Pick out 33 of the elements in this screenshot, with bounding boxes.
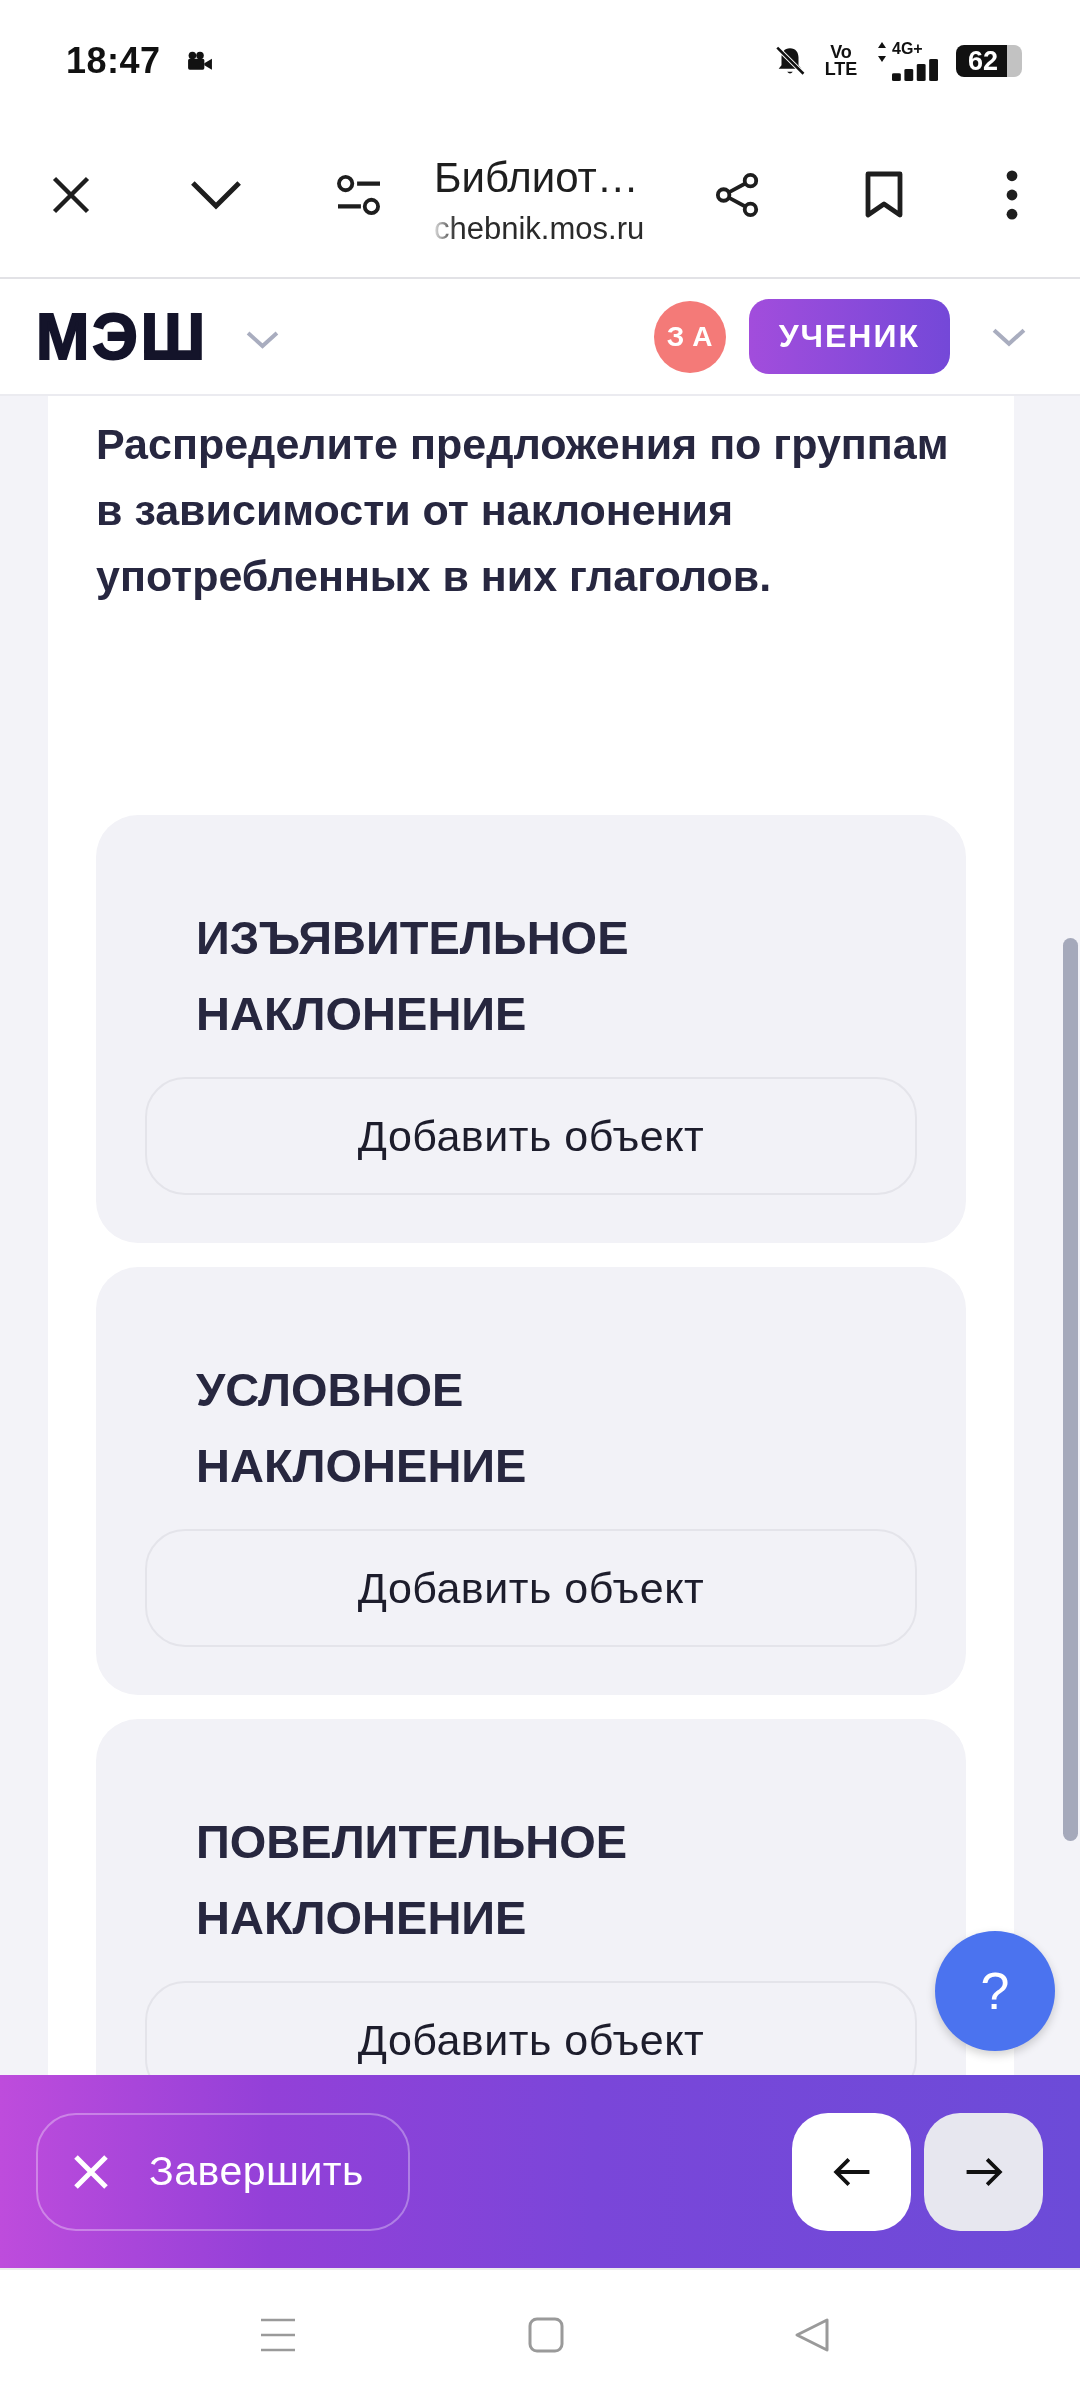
chevron-down-icon[interactable]	[189, 179, 243, 210]
add-object-button[interactable]: Добавить объект	[145, 1981, 917, 2075]
triangle-icon[interactable]	[794, 2317, 830, 2353]
page-url: chebnik.mos.ru	[434, 209, 645, 248]
menu-icon[interactable]	[260, 2317, 296, 2353]
video-camera-icon	[186, 51, 213, 71]
signal-bars-icon	[892, 59, 938, 81]
share-icon[interactable]	[715, 171, 761, 218]
add-object-button[interactable]: Добавить объект	[145, 1077, 917, 1195]
task-instruction: Распределите предложения по группам в зависимости от наклонения употребленных в них глаголов.	[96, 419, 950, 602]
network-type-label: 4G+	[892, 41, 923, 57]
role-badge[interactable]: УЧЕНИК	[748, 299, 950, 374]
square-icon[interactable]	[528, 2317, 564, 2353]
page-title: Библиот…	[434, 152, 639, 203]
arrow-left-icon	[832, 2155, 871, 2188]
more-icon[interactable]	[1005, 169, 1019, 220]
battery-indicator: 62	[956, 45, 1022, 77]
group-title: ПОВЕЛИТЕЛЬНОЕ НАКЛОНЕНИЕ	[196, 1814, 629, 1946]
group-title: ИЗЪЯВИТЕЛЬНОЕ НАКЛОНЕНИЕ	[196, 910, 630, 1042]
sliders-icon[interactable]	[336, 173, 382, 216]
data-arrows-icon	[877, 41, 887, 63]
finish-button[interactable]: Завершить	[36, 2112, 410, 2231]
muted-bell-icon	[773, 44, 807, 78]
group-title: УСЛОВНОЕ НАКЛОНЕНИЕ	[196, 1362, 528, 1494]
arrow-right-icon	[964, 2155, 1003, 2188]
bookmark-icon[interactable]	[864, 170, 904, 219]
back-button[interactable]	[792, 2112, 911, 2231]
forward-button[interactable]	[924, 2112, 1043, 2231]
volte-label: Vo LTE	[823, 44, 859, 78]
scrollbar-thumb[interactable]	[1063, 938, 1078, 1841]
logo[interactable]: МЭШ	[36, 301, 209, 372]
add-object-button[interactable]: Добавить объект	[145, 1529, 917, 1647]
clock-time: 18:47	[66, 40, 161, 82]
